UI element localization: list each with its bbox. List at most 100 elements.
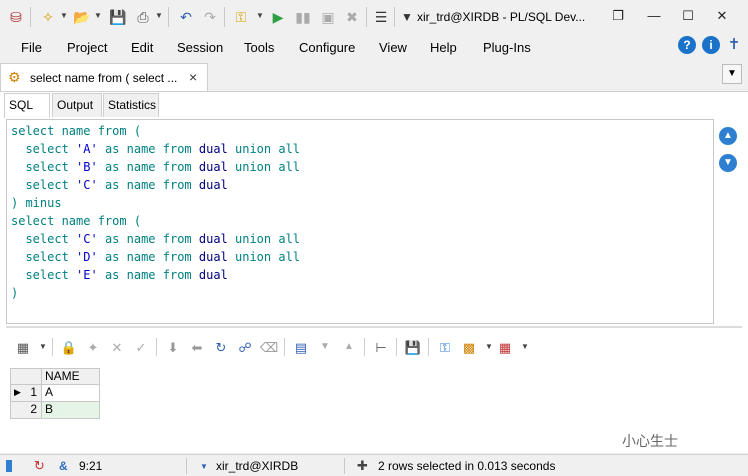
new-dropdown-icon[interactable]: ▼ [60,11,68,23]
code-token: select [11,232,77,246]
restore-icon[interactable]: ❐ [608,8,628,26]
delete-record-icon[interactable]: ✕ [108,338,126,356]
key-dropdown-icon[interactable]: ▼ [256,11,264,23]
lock-icon[interactable]: 🔒 [60,338,78,356]
code-token: union all [227,250,301,264]
settings-sliders-icon[interactable]: ☰ [371,7,391,27]
grid-select-dropdown-icon[interactable]: ▼ [34,338,52,356]
table-export-icon[interactable]: ▦ [496,338,514,356]
fetch-next-icon[interactable]: ⬇ [164,338,182,356]
rollback-icon[interactable]: ✖ [342,7,362,27]
code-line[interactable]: select 'C' as name from dual union all [11,230,300,248]
menu-plug-ins[interactable]: Plug-Ins [483,40,531,55]
code-token: 'C' [76,232,98,246]
column-header-name[interactable]: NAME [42,368,100,385]
next-arrow-down-icon[interactable]: ▼ [719,154,737,172]
row-number: 1 [30,385,37,399]
insert-record-icon[interactable]: ✦ [84,338,102,356]
database-icon[interactable]: ⛁ [6,7,26,27]
tab-output[interactable]: Output [52,93,102,117]
code-token: dual [198,178,228,192]
code-line[interactable]: ) [11,284,18,302]
tab-sql[interactable]: SQL [4,93,50,118]
code-token: union all [227,232,301,246]
connection-name[interactable]: xir_trd@XIRDB [216,459,298,473]
code-token: as name from [97,178,199,192]
table-cell[interactable]: B [42,402,100,419]
info-icon[interactable]: i [702,36,720,54]
code-line[interactable]: select name from ( [11,212,141,230]
maximize-button[interactable]: ☐ [678,8,698,26]
document-tab[interactable]: ⚙ select name from ( select ... × [0,63,208,91]
execute-icon[interactable]: ▶ [268,7,288,27]
grid-select-icon[interactable]: ▦ [14,338,32,356]
close-tab-icon[interactable]: × [189,69,197,85]
title-toolbar: ⛁ ✧ ▼ 📂 ▼ 💾 ⎙ ▼ ↶ ↷ ⚿ ▼ ▶ ▮▮ ▣ ✖ ☰ ▼ xir… [0,0,748,34]
code-token: union all [227,160,301,174]
table-row-number[interactable]: ▶ 1 [10,385,42,402]
code-line[interactable]: select 'C' as name from dual [11,176,228,194]
code-token: dual [198,250,228,264]
print-icon[interactable]: ⎙ [133,7,153,27]
clear-eraser-icon[interactable]: ⌫ [260,338,278,356]
post-changes-icon[interactable]: ✓ [132,338,150,356]
close-button[interactable]: ✕ [712,8,732,26]
menu-view[interactable]: View [379,40,407,55]
redo-icon[interactable]: ↷ [200,7,220,27]
menu-project[interactable]: Project [67,40,107,55]
menu-tools[interactable]: Tools [244,40,274,55]
menu-configure[interactable]: Configure [299,40,355,55]
code-token: as name from [97,160,199,174]
print-dropdown-icon[interactable]: ▼ [155,11,163,23]
menu-edit[interactable]: Edit [131,40,153,55]
code-line[interactable]: ) minus [11,194,62,212]
code-line[interactable]: select 'D' as name from dual union all [11,248,300,266]
tab-statistics[interactable]: Statistics [103,93,159,117]
table-export-dropdown-icon[interactable]: ▼ [516,338,534,356]
code-line[interactable]: select 'B' as name from dual union all [11,158,300,176]
key-icon[interactable]: ⚿ [231,7,251,27]
menu-help[interactable]: Help [430,40,457,55]
single-record-view-icon[interactable]: ⊢ [372,338,390,356]
menu-file[interactable]: File [21,40,42,55]
code-token: union all [227,142,301,156]
substitution-amp[interactable]: & [59,459,68,473]
save-results-icon[interactable]: 💾 [404,338,422,356]
find-binoculars-icon[interactable]: ☍ [236,338,254,356]
tools-icon[interactable]: ✝ [725,36,743,54]
window-menu-icon[interactable]: ▼ [397,7,417,27]
new-icon[interactable]: ✧ [38,7,58,27]
grid-corner [10,368,42,385]
table-cell[interactable]: A [42,385,100,402]
code-token: dual [198,268,228,282]
export-results-icon[interactable]: ⚿ [436,338,454,356]
code-line[interactable]: select name from ( [11,122,141,140]
connection-dropdown-icon[interactable]: ▼ [200,462,208,471]
previous-page-icon[interactable]: ▲ [340,338,358,356]
next-page-icon[interactable]: ▼ [316,338,334,356]
break-icon[interactable]: ▮▮ [293,7,313,27]
chart-icon[interactable]: ▩ [460,338,478,356]
refresh-status-icon[interactable]: ↻ [34,458,45,474]
minimize-button[interactable]: — [644,8,664,26]
open-folder-icon[interactable]: 📂 [72,7,92,27]
fetch-last-icon[interactable]: ⬅ [188,338,206,356]
help-icon[interactable]: ? [678,36,696,54]
undo-icon[interactable]: ↶ [176,7,196,27]
previous-arrow-up-icon[interactable]: ▲ [719,127,737,145]
tab-list-chevron-down-icon[interactable]: ▼ [722,64,742,84]
save-icon[interactable]: 💾 [108,7,128,27]
lock-icon[interactable]: ▣ [318,7,338,27]
code-token: 'C' [76,178,98,192]
code-line[interactable]: select 'A' as name from dual union all [11,140,300,158]
code-line[interactable]: select 'E' as name from dual [11,266,228,284]
table-row-number[interactable]: 2 [10,402,42,419]
menu-session[interactable]: Session [177,40,223,55]
open-dropdown-icon[interactable]: ▼ [94,11,102,23]
editor-grid-splitter[interactable] [6,326,742,328]
code-token: as name from [97,268,199,282]
refresh-icon[interactable]: ↻ [212,338,230,356]
code-token: 'A' [76,142,98,156]
query-by-example-icon[interactable]: ▤ [292,338,310,356]
sql-editor[interactable]: select name from ( select 'A' as name fr… [6,119,714,324]
